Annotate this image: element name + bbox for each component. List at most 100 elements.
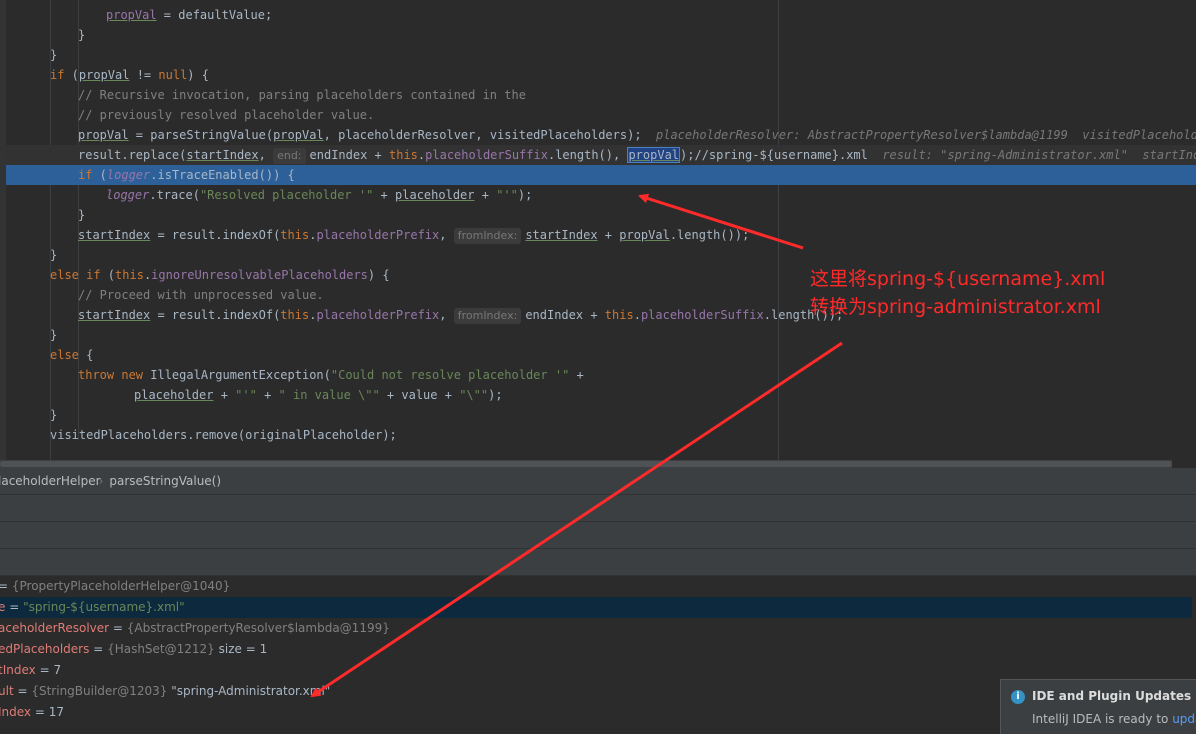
code-editor[interactable]: propVal = defaultValue;}} if (propVal != … (0, 0, 1196, 460)
variable-value: "spring-${username}.xml" (23, 600, 185, 614)
code-token: + (256, 388, 279, 402)
variable-row[interactable]: = {PropertyPlaceholderHelper@1040} (0, 576, 1192, 597)
code-token: visitedPlaceholders.remove(originalPlace… (50, 428, 397, 442)
code-token: , (439, 308, 454, 322)
annotation-line-2: 转换为spring-administrator.xml (810, 296, 1101, 318)
code-token: IllegalArgumentException( (143, 368, 331, 382)
code-token: this (280, 308, 310, 322)
code-token: startIndex (78, 308, 151, 322)
code-token: , (439, 228, 454, 242)
code-token: result: "spring-Administrator.xml" start… (867, 148, 1196, 162)
code-line[interactable]: result.replace(startIndex, end: endIndex … (6, 145, 1196, 165)
code-line[interactable]: else { (6, 345, 1196, 365)
parameter-hint: fromIndex: (453, 228, 522, 244)
parameter-hint: fromIndex: (453, 308, 522, 324)
variable-equals: = (13, 684, 32, 698)
code-token: ); (488, 388, 503, 402)
code-line[interactable]: placeholder + "'" + " in value \"" + val… (6, 385, 1196, 405)
variable-equals: = (0, 579, 9, 593)
code-line[interactable]: visitedPlaceholders.remove(originalPlace… (6, 425, 1196, 445)
code-token: . (633, 308, 641, 322)
code-token: null (158, 68, 188, 82)
code-token: } (78, 208, 86, 222)
code-line[interactable]: if (propVal != null) { (6, 65, 1196, 85)
code-line[interactable]: } (6, 45, 1196, 65)
code-token: ); (517, 188, 533, 202)
code-token: placeholderResolver: AbstractPropertyRes… (641, 128, 1196, 142)
code-line[interactable]: propVal = parseStringValue(propVal, plac… (6, 125, 1196, 145)
code-token: propVal (78, 128, 129, 142)
code-token: this (604, 308, 634, 322)
code-token: propVal (273, 128, 324, 142)
code-line[interactable]: } (6, 325, 1196, 345)
code-token: // Recursive invocation, parsing placeho… (78, 88, 526, 102)
code-token: this (389, 148, 418, 162)
code-line[interactable]: propVal = defaultValue; (6, 5, 1196, 25)
code-token: logger (106, 168, 151, 182)
code-line[interactable]: } (6, 245, 1196, 265)
info-icon: i (1011, 690, 1025, 704)
variable-row[interactable]: tIndex = 7 (0, 660, 1192, 681)
code-token: } (50, 408, 58, 422)
code-line[interactable]: } (6, 25, 1196, 45)
annotation-note: 这里将spring-${username}.xml 转换为spring-admi… (810, 265, 1105, 321)
code-token: this (115, 268, 144, 282)
code-line[interactable]: // Recursive invocation, parsing placeho… (6, 85, 1196, 105)
notification-link[interactable]: upda (1172, 712, 1196, 726)
code-token: ( (92, 168, 107, 182)
code-token: else (50, 348, 79, 362)
code-token: "'" (235, 388, 257, 402)
code-token: = result.indexOf( (150, 308, 281, 322)
variable-name: Index (0, 705, 32, 719)
code-line[interactable]: logger.trace("Resolved placeholder '" + … (6, 185, 1196, 205)
code-token: } (50, 248, 58, 262)
scrollbar-thumb[interactable] (0, 461, 1172, 467)
editor-horizontal-scrollbar[interactable] (0, 460, 1172, 468)
code-token: // Proceed with unprocessed value. (78, 288, 324, 302)
debugger-frames-strip (0, 549, 1196, 576)
code-token: placeholderPrefix (316, 308, 440, 322)
code-token: != (129, 68, 159, 82)
breadcrumb-class[interactable]: laceholderHelper (0, 474, 101, 488)
code-line[interactable]: if (logger.isTraceEnabled()) { (6, 165, 1196, 185)
variable-type: {HashSet@1212} (107, 642, 215, 656)
variable-value: 7 (53, 663, 62, 677)
parameter-hint: end: (273, 148, 306, 164)
chevron-right-icon: › (98, 474, 104, 488)
variable-name: edPlaceholders (0, 642, 90, 656)
code-line[interactable]: } (6, 405, 1196, 425)
code-token: placeholderSuffix (425, 148, 548, 162)
notification-text: IntelliJ IDEA is ready to (1032, 712, 1173, 726)
notification-title: IDE and Plugin Updates (1032, 689, 1192, 703)
variable-row[interactable]: edPlaceholders = {HashSet@1212} size = 1 (0, 639, 1192, 660)
code-token: + (597, 228, 620, 242)
debugger-header-strip (0, 495, 1196, 522)
code-token: logger (106, 188, 150, 202)
variable-row[interactable]: e = "spring-${username}.xml" (0, 597, 1192, 618)
code-token: + (213, 388, 236, 402)
code-token: } (50, 328, 58, 342)
variable-type: {PropertyPlaceholderHelper@1040} (11, 579, 231, 593)
code-token: , (258, 148, 274, 162)
code-line[interactable]: } (6, 205, 1196, 225)
variable-equals: = (5, 600, 24, 614)
code-line[interactable]: startIndex = result.indexOf(this.placeho… (6, 225, 1196, 245)
code-line[interactable]: throw new IllegalArgumentException("Coul… (6, 365, 1196, 385)
variable-row[interactable]: aceholderResolver = {AbstractPropertyRes… (0, 618, 1192, 639)
update-notification[interactable]: i IDE and Plugin Updates IntelliJ IDEA i… (1000, 679, 1196, 734)
code-token: endIndex + (309, 148, 389, 162)
variable-name: ult (0, 684, 14, 698)
code-token: startIndex (186, 148, 259, 162)
code-line[interactable]: // previously resolved placeholder value… (6, 105, 1196, 125)
code-token: ) { (187, 68, 209, 82)
breadcrumb-method[interactable]: parseStringValue() (109, 474, 221, 488)
code-token: .trace( (149, 188, 200, 202)
code-token: if (50, 68, 65, 82)
code-token: + (373, 188, 396, 202)
code-token: throw new (78, 368, 144, 382)
code-token: ( (100, 268, 116, 282)
variable-equals: = (31, 705, 49, 719)
notification-body: IntelliJ IDEA is ready to upda (1032, 712, 1196, 726)
code-token: placeholderPrefix (316, 228, 440, 242)
variable-value: "spring-Administrator.xml" (167, 684, 331, 698)
